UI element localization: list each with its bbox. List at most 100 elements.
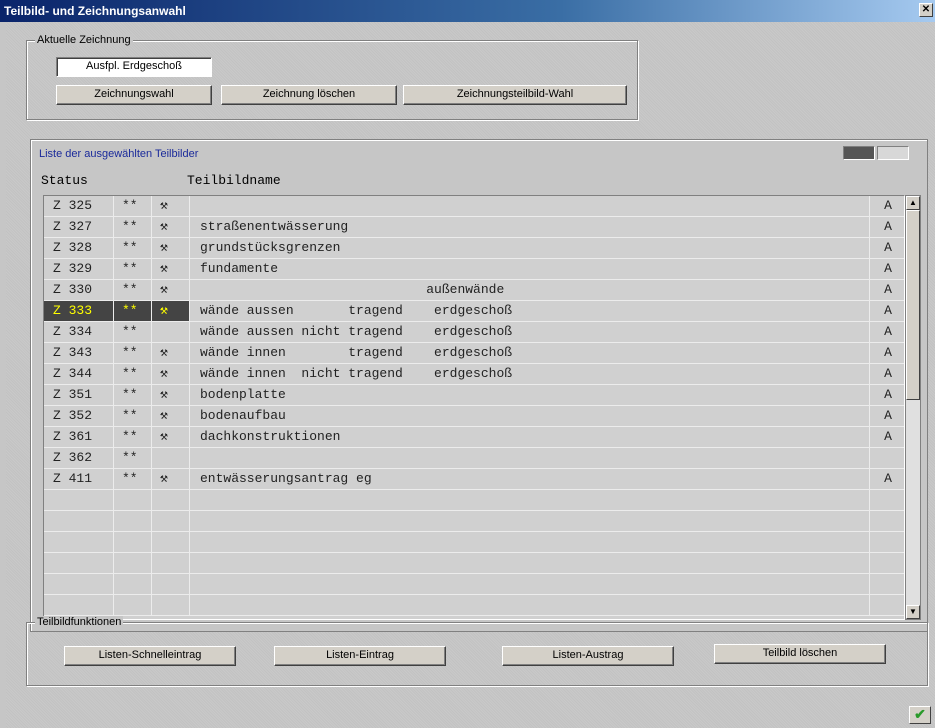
flag-cell: [870, 490, 904, 510]
scroll-down-icon[interactable]: ▼: [906, 605, 920, 619]
table-row[interactable]: Z 411 ** ⚒ entwässerungsantrag eg A: [44, 469, 904, 490]
marker-cell: **: [114, 448, 152, 468]
close-icon[interactable]: ✕: [919, 3, 933, 17]
view-toggle-on[interactable]: [843, 146, 875, 160]
status-cell: Z 411: [44, 469, 114, 489]
ok-check-icon[interactable]: ✔: [909, 706, 931, 724]
name-cell: bodenplatte: [190, 385, 870, 405]
drawing-select-button[interactable]: Zeichnungswahl: [56, 85, 212, 105]
current-drawing-group: Aktuelle Zeichnung: [26, 34, 638, 120]
table-row[interactable]: [44, 490, 904, 511]
flag-cell: A: [884, 471, 892, 486]
list-entry-button[interactable]: Listen-Eintrag: [274, 646, 446, 666]
name-cell: grundstücksgrenzen: [190, 238, 870, 258]
layer-icon: ⚒: [152, 364, 190, 384]
layer-icon: ⚒: [152, 259, 190, 279]
window-title: Teilbild- und Zeichnungsanwahl: [4, 4, 186, 18]
table-row[interactable]: [44, 511, 904, 532]
marker-cell: **: [114, 469, 152, 489]
status-cell: Z 344: [44, 364, 114, 384]
drawing-delete-button[interactable]: Zeichnung löschen: [221, 85, 397, 105]
name-cell: [190, 574, 870, 594]
current-drawing-label: Aktuelle Zeichnung: [35, 34, 133, 46]
table-row[interactable]: Z 333 ** ⚒ wände aussen tragend erdgeschoß A: [44, 301, 904, 322]
table-row[interactable]: Z 351 ** ⚒ bodenplatte A: [44, 385, 904, 406]
status-cell: [44, 574, 114, 594]
marker-cell: **: [114, 385, 152, 405]
parts-table: Z 325 ** ⚒ A Z 327 ** ⚒ straßenentwässerung A Z 3…: [43, 195, 905, 620]
marker-cell: **: [114, 259, 152, 279]
flag-cell: A: [884, 282, 892, 297]
layer-icon: ⚒: [152, 280, 190, 300]
table-row[interactable]: Z 334 ** wände aussen nicht tragend erdges…: [44, 322, 904, 343]
layer-icon: ⚒: [152, 406, 190, 426]
status-cell: [44, 532, 114, 552]
table-row[interactable]: Z 344 ** ⚒ wände innen nicht tragend erdges…: [44, 364, 904, 385]
flag-cell: A: [884, 198, 892, 213]
current-drawing-field[interactable]: Ausfpl. Erdgeschoß: [56, 57, 212, 77]
name-cell: dachkonstruktionen: [190, 427, 870, 447]
flag-cell: A: [884, 408, 892, 423]
scroll-thumb[interactable]: [906, 210, 920, 400]
status-cell: [44, 595, 114, 615]
table-row[interactable]: [44, 553, 904, 574]
column-header-status[interactable]: Status: [41, 173, 88, 188]
table-row[interactable]: Z 327 ** ⚒ straßenentwässerung A: [44, 217, 904, 238]
name-cell: wände innen nicht tragend erdgeschoß: [190, 364, 870, 384]
marker-cell: **: [114, 217, 152, 237]
view-toggle-off[interactable]: [877, 146, 909, 160]
vertical-scrollbar[interactable]: ▲ ▼: [905, 195, 921, 620]
status-cell: [44, 553, 114, 573]
table-row[interactable]: Z 329 ** ⚒ fundamente A: [44, 259, 904, 280]
status-cell: Z 328: [44, 238, 114, 258]
status-cell: Z 361: [44, 427, 114, 447]
layer-icon: ⚒: [152, 301, 190, 321]
layer-icon: [152, 511, 190, 531]
marker-cell: [114, 553, 152, 573]
dialog-body: Aktuelle Zeichnung Ausfpl. Erdgeschoß Ze…: [6, 22, 935, 728]
layer-icon: ⚒: [152, 343, 190, 363]
table-row[interactable]: Z 328 ** ⚒ grundstücksgrenzen A: [44, 238, 904, 259]
layer-icon: [152, 553, 190, 573]
table-row[interactable]: Z 330 ** ⚒ außenwände A: [44, 280, 904, 301]
marker-cell: [114, 532, 152, 552]
list-removal-button[interactable]: Listen-Austrag: [502, 646, 674, 666]
table-row[interactable]: Z 362 **: [44, 448, 904, 469]
table-row[interactable]: [44, 574, 904, 595]
flag-cell: A: [884, 324, 892, 339]
flag-cell: A: [884, 429, 892, 444]
table-row[interactable]: [44, 595, 904, 616]
part-delete-button[interactable]: Teilbild löschen: [714, 644, 886, 664]
scroll-up-icon[interactable]: ▲: [906, 196, 920, 210]
name-cell: wände innen tragend erdgeschoß: [190, 343, 870, 363]
table-row[interactable]: Z 361 ** ⚒ dachkonstruktionen A: [44, 427, 904, 448]
flag-cell: A: [884, 219, 892, 234]
name-cell: fundamente: [190, 259, 870, 279]
flag-cell: [870, 511, 904, 531]
column-header-name[interactable]: Teilbildname: [187, 173, 281, 188]
table-row[interactable]: Z 352 ** ⚒ bodenaufbau A: [44, 406, 904, 427]
flag-cell: A: [884, 345, 892, 360]
marker-cell: **: [114, 196, 152, 216]
name-cell: straßenentwässerung: [190, 217, 870, 237]
flag-cell: A: [884, 387, 892, 402]
marker-cell: **: [114, 343, 152, 363]
marker-cell: [114, 595, 152, 615]
flag-cell: [870, 574, 904, 594]
list-title: Liste der ausgewählten Teilbilder: [39, 148, 199, 160]
table-row[interactable]: Z 325 ** ⚒ A: [44, 196, 904, 217]
marker-cell: [114, 574, 152, 594]
status-cell: [44, 511, 114, 531]
flag-cell: A: [884, 261, 892, 276]
layer-icon: [152, 595, 190, 615]
table-row[interactable]: [44, 532, 904, 553]
flag-cell: [870, 553, 904, 573]
marker-cell: **: [114, 406, 152, 426]
part-functions-label: Teilbildfunktionen: [35, 616, 124, 628]
status-cell: Z 333: [44, 301, 114, 321]
table-row[interactable]: Z 343 ** ⚒ wände innen tragend erdgeschoß A: [44, 343, 904, 364]
status-cell: Z 330: [44, 280, 114, 300]
flag-cell: [870, 595, 904, 615]
partial-drawing-select-button[interactable]: Zeichnungsteilbild-Wahl: [403, 85, 627, 105]
list-quick-entry-button[interactable]: Listen-Schnelleintrag: [64, 646, 236, 666]
